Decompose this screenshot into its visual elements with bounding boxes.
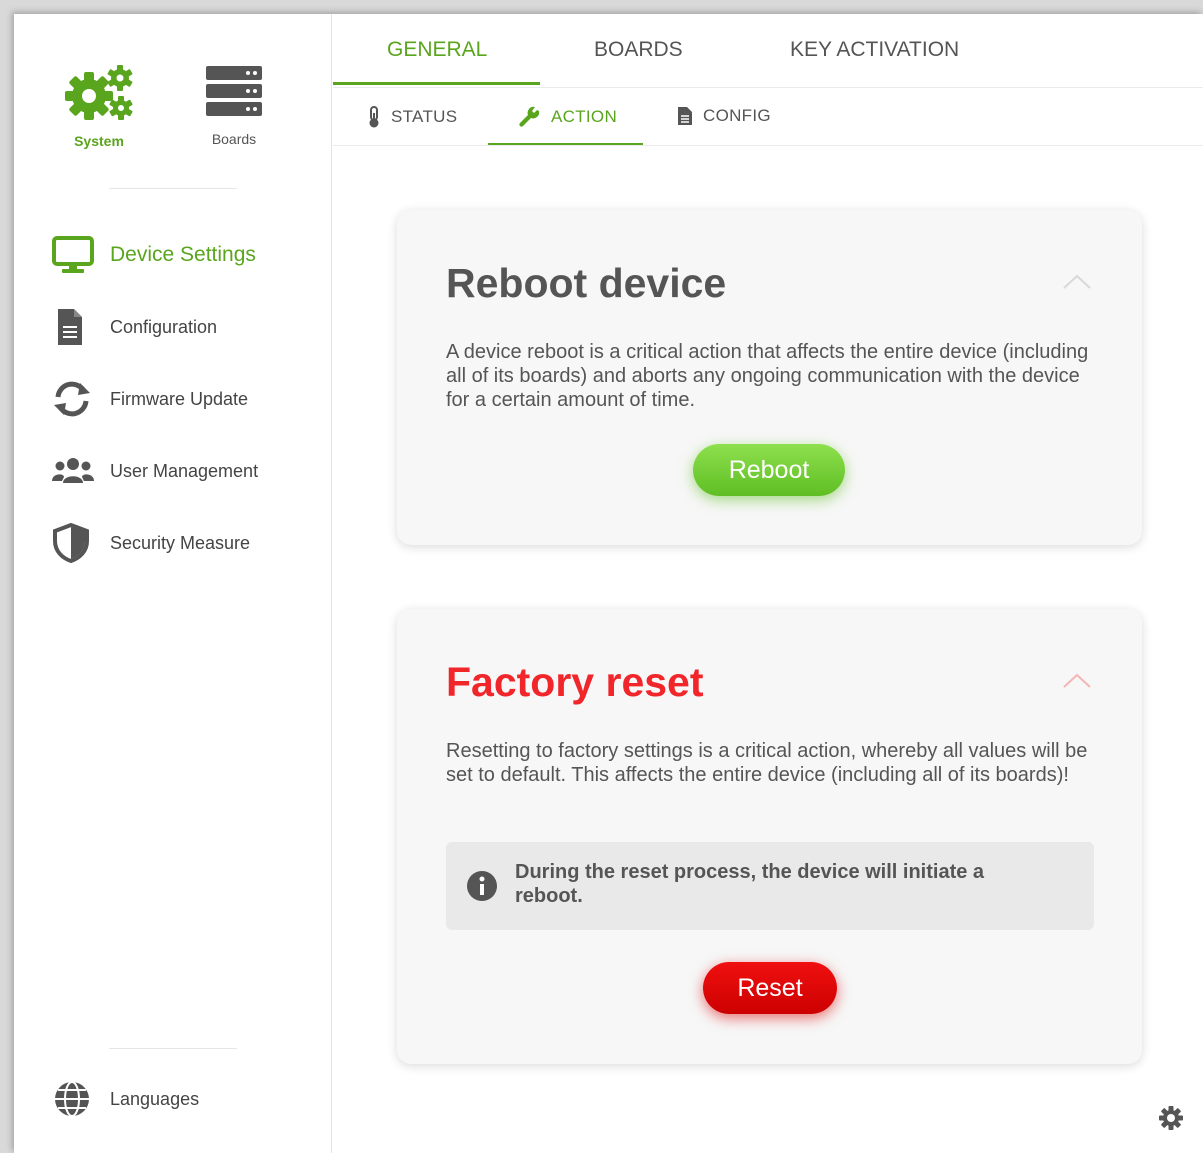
factory-reset-title: Factory reset [446,659,704,705]
sidebar-item-firmware-update[interactable]: Firmware Update [52,363,322,435]
users-icon [52,449,96,493]
reboot-title: Reboot device [446,260,727,306]
subtab-config[interactable]: CONFIG [677,106,771,126]
app-window: System Boards Device Settings Configurat… [14,14,1203,1153]
shield-icon [52,521,96,565]
sidebar-item-user-management[interactable]: User Management [52,435,322,507]
subtab-label: STATUS [391,107,458,126]
sidebar-item-label: Security Measure [110,532,251,553]
factory-reset-card: Factory reset Resetting to factory setti… [397,609,1142,1064]
tab-key-activation[interactable]: KEY ACTIVATION [790,38,959,62]
languages-label: Languages [110,1088,200,1109]
system-switch[interactable]: System [54,64,144,149]
subtab-label: CONFIG [703,106,771,125]
file-icon [677,106,693,126]
chevron-up-icon[interactable] [1062,671,1092,689]
tab-general[interactable]: GENERAL [387,38,487,62]
sidebar-item-device-settings[interactable]: Device Settings [52,219,322,291]
globe-icon [55,1081,89,1117]
factory-reset-description: Resetting to factory settings is a criti… [446,740,1088,786]
monitor-icon [52,233,96,277]
active-tab-indicator [333,82,540,85]
sidebar-divider [109,1048,237,1049]
boards-switch[interactable]: Boards [189,64,279,147]
top-switch: System Boards [54,64,284,154]
wrench-icon [519,106,541,128]
system-label: System [74,133,124,149]
reboot-button[interactable]: Reboot [693,444,845,496]
sidebar: System Boards Device Settings Configurat… [14,14,332,1153]
languages-button[interactable]: Languages [52,1079,199,1119]
main-tabs: GENERAL BOARDS KEY ACTIVATION [333,14,1203,88]
sub-tabs: STATUS ACTION CONFIG [333,88,1203,146]
thermometer-icon [367,106,381,128]
reset-button[interactable]: Reset [703,962,837,1014]
document-icon [52,305,96,349]
sidebar-item-label: Device Settings [110,243,256,266]
tab-boards[interactable]: BOARDS [594,38,683,62]
chevron-up-icon[interactable] [1062,272,1092,290]
sidebar-item-label: User Management [110,460,259,481]
sidebar-item-label: Configuration [110,316,218,337]
boards-label: Boards [211,131,257,147]
subtab-label: ACTION [551,107,618,126]
reset-info-text: During the reset process, the device wil… [515,861,985,907]
reboot-card: Reboot device A device reboot is a criti… [397,210,1142,545]
server-icon [206,66,262,116]
sidebar-item-security-measure[interactable]: Security Measure [52,507,322,579]
reset-info-box: During the reset process, the device wil… [446,842,1094,930]
subtab-action[interactable]: ACTION [519,106,617,128]
subtab-status[interactable]: STATUS [367,106,457,128]
sidebar-nav: Device Settings Configuration Firmware U… [52,219,322,579]
info-icon [467,871,497,901]
sidebar-item-label: Firmware Update [110,388,249,409]
settings-gear-button[interactable] [1157,1104,1185,1137]
reboot-description: A device reboot is a critical action tha… [446,341,1089,411]
sidebar-divider [109,188,237,189]
gears-icon [65,65,133,120]
refresh-icon [52,377,96,421]
gear-icon [1159,1106,1183,1130]
sidebar-item-configuration[interactable]: Configuration [52,291,322,363]
active-subtab-indicator [488,143,643,145]
